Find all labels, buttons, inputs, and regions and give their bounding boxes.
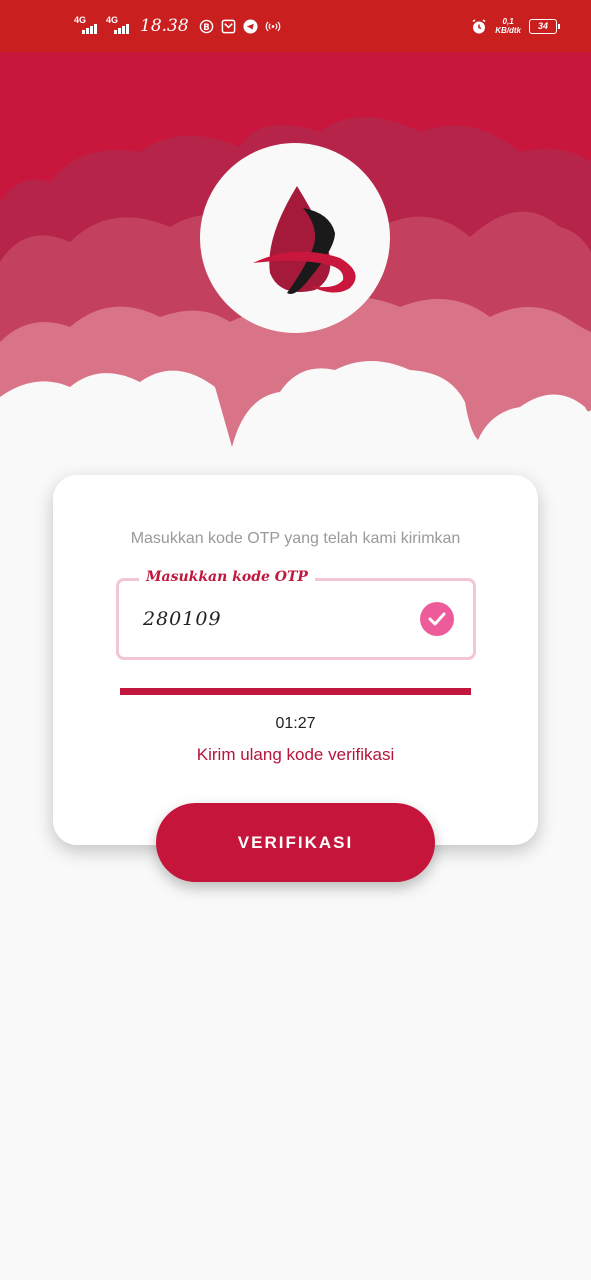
b-icon: B xyxy=(199,18,215,34)
speed-value: 0,1 xyxy=(502,17,514,26)
blood-drop-logo-icon xyxy=(253,186,356,294)
status-bar: 4G 4G 18.38 B 0,1 KB/dtk 34 xyxy=(0,0,591,52)
hotspot-icon xyxy=(265,18,281,34)
countdown-progress-fill xyxy=(120,688,471,695)
signal-icon-1: 4G xyxy=(74,15,100,37)
otp-instruction-text: Masukkan kode OTP yang telah kami kirimk… xyxy=(130,530,461,547)
check-circle-icon xyxy=(420,602,454,636)
svg-text:B: B xyxy=(203,21,209,31)
app-logo xyxy=(200,143,390,333)
network-speed: 0,1 KB/dtk xyxy=(495,17,521,35)
signal-icon-2: 4G xyxy=(106,15,132,37)
countdown-timer: 01:27 xyxy=(275,715,316,732)
mail-icon xyxy=(221,18,237,34)
speed-unit: KB/dtk xyxy=(495,26,521,35)
countdown-progress-bar xyxy=(120,688,471,695)
verify-button[interactable]: VERIFIKASI xyxy=(156,803,435,882)
battery-level: 34 xyxy=(537,20,548,31)
telegram-icon xyxy=(243,18,259,34)
status-bar-left: 4G 4G 18.38 B xyxy=(74,0,281,52)
otp-input-value[interactable]: 280109 xyxy=(143,608,222,630)
otp-input-field[interactable]: Masukkan kode OTP 280109 xyxy=(116,569,476,660)
resend-code-link[interactable]: Kirim ulang kode verifikasi xyxy=(0,745,591,765)
battery-icon: 34 xyxy=(529,18,560,34)
alarm-icon xyxy=(471,18,487,34)
otp-field-label: Masukkan kode OTP xyxy=(139,569,315,585)
clock: 18.38 xyxy=(140,16,189,36)
status-bar-right: 0,1 KB/dtk 34 xyxy=(471,0,560,52)
